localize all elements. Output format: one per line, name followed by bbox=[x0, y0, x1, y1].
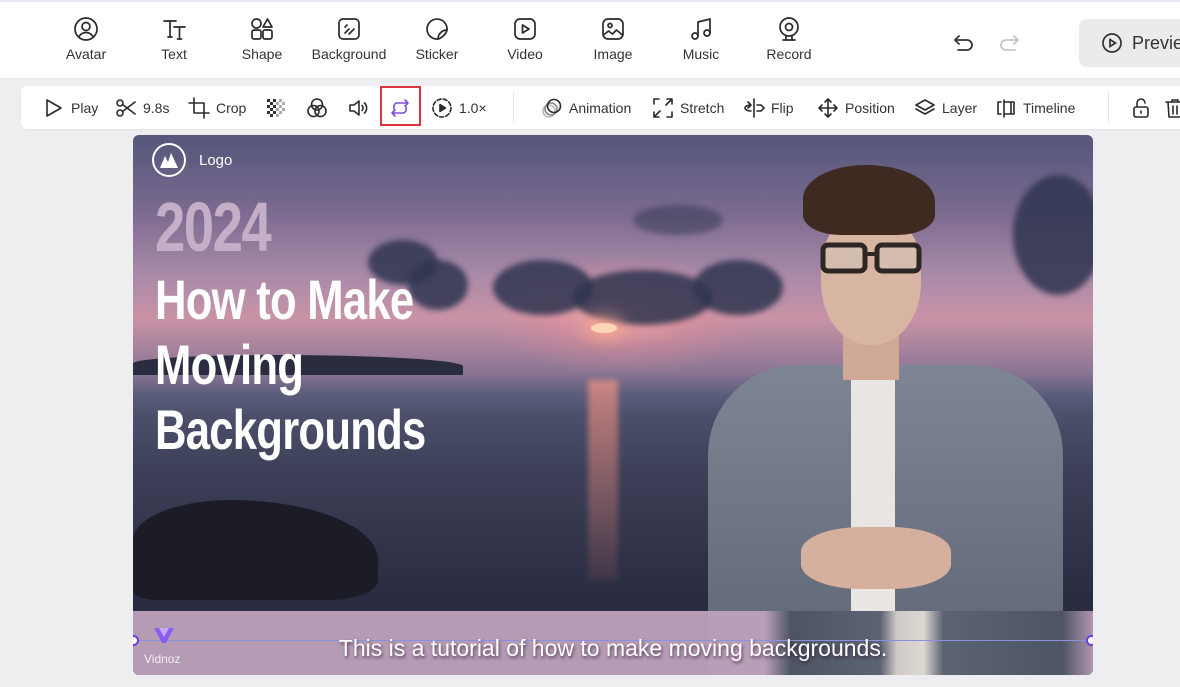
timeline-button[interactable]: Timeline bbox=[995, 86, 1075, 129]
play-button[interactable]: Play bbox=[43, 86, 98, 129]
play-icon bbox=[46, 98, 62, 117]
tool-shape[interactable]: Shape bbox=[218, 16, 306, 62]
glasses-icon bbox=[820, 242, 922, 274]
tool-video[interactable]: Video bbox=[481, 16, 569, 62]
speed-button[interactable]: 1.0× bbox=[431, 86, 487, 129]
animation-label: Animation bbox=[569, 99, 632, 116]
mountain-logo-icon bbox=[160, 153, 178, 168]
position-button[interactable]: Position bbox=[817, 86, 895, 129]
stretch-label: Stretch bbox=[680, 99, 725, 116]
filter-button[interactable] bbox=[306, 86, 328, 129]
tool-label: Music bbox=[682, 46, 720, 62]
undo-icon bbox=[954, 35, 973, 51]
play-circle-icon bbox=[1102, 33, 1122, 53]
tool-label: Avatar bbox=[65, 46, 107, 62]
volume-button[interactable] bbox=[347, 86, 369, 129]
logo-text[interactable]: Logo bbox=[199, 152, 232, 169]
position-label: Position bbox=[845, 99, 895, 116]
text-icon bbox=[163, 20, 186, 40]
layer-label: Layer bbox=[942, 99, 978, 116]
stretch-icon bbox=[653, 97, 673, 118]
tool-text[interactable]: Text bbox=[130, 16, 218, 62]
scissors-icon bbox=[116, 98, 136, 117]
year-text[interactable]: 2024 bbox=[155, 187, 272, 267]
avatar-hands bbox=[801, 527, 951, 589]
timeline-label: Timeline bbox=[1023, 99, 1076, 116]
caption-text[interactable]: This is a tutorial of how to make moving… bbox=[133, 635, 1093, 662]
preview-button[interactable]: Preview bbox=[1079, 19, 1180, 67]
tool-label: Shape bbox=[241, 46, 283, 62]
layers-icon bbox=[915, 98, 935, 115]
flip-label: Flip bbox=[771, 99, 794, 116]
flip-icon bbox=[744, 97, 765, 118]
undo-button[interactable] bbox=[951, 30, 977, 56]
tool-label: Image bbox=[593, 46, 633, 62]
rock bbox=[133, 500, 378, 600]
move-icon bbox=[818, 97, 838, 118]
tool-label: Background bbox=[311, 46, 387, 62]
divider bbox=[513, 92, 514, 123]
tool-label: Sticker bbox=[415, 46, 459, 62]
speed-icon bbox=[432, 97, 452, 118]
record-icon bbox=[779, 17, 799, 41]
crop-icon bbox=[188, 96, 210, 119]
video-icon bbox=[514, 18, 536, 40]
crop-label: Crop bbox=[216, 99, 247, 116]
avatar-icon bbox=[74, 17, 98, 41]
flip-button[interactable]: Flip bbox=[743, 86, 794, 129]
background-icon bbox=[338, 18, 360, 40]
duration-value: 9.8s bbox=[143, 99, 170, 116]
layer-button[interactable]: Layer bbox=[914, 86, 977, 129]
sun bbox=[591, 323, 617, 333]
cloud bbox=[573, 270, 713, 325]
redo-button[interactable] bbox=[996, 30, 1022, 56]
tool-image[interactable]: Image bbox=[569, 16, 657, 62]
preview-label: Preview bbox=[1132, 32, 1180, 53]
tool-label: Video bbox=[507, 46, 543, 62]
avatar-presenter[interactable] bbox=[703, 165, 1063, 675]
music-icon bbox=[691, 18, 711, 40]
loop-button[interactable] bbox=[389, 86, 411, 129]
loop-icon bbox=[391, 98, 409, 117]
delete-button[interactable] bbox=[1164, 86, 1180, 129]
tool-label: Record bbox=[766, 46, 812, 62]
image-icon bbox=[602, 18, 624, 40]
trim-button[interactable]: 9.8s bbox=[115, 86, 169, 129]
element-edit-toolbar: Play 9.8s Crop 1.0× Animation Stretch Fl… bbox=[21, 86, 1180, 129]
filter-icon bbox=[307, 97, 327, 117]
divider bbox=[1108, 92, 1109, 123]
animation-button[interactable]: Animation bbox=[541, 86, 631, 129]
transparency-button[interactable] bbox=[265, 86, 287, 129]
unlock-icon bbox=[1133, 97, 1149, 118]
redo-icon bbox=[1000, 35, 1019, 51]
stretch-button[interactable]: Stretch bbox=[652, 86, 724, 129]
top-toolbar: Avatar Text Shape Background Sticker Vid… bbox=[0, 0, 1180, 79]
tool-background[interactable]: Background bbox=[305, 16, 393, 62]
tool-record[interactable]: Record bbox=[745, 16, 833, 62]
sun-reflection bbox=[588, 380, 618, 580]
tool-avatar[interactable]: Avatar bbox=[42, 16, 130, 62]
trash-icon bbox=[1165, 98, 1180, 118]
avatar-hair bbox=[803, 165, 935, 235]
tool-label: Text bbox=[161, 46, 187, 62]
transparency-icon bbox=[267, 98, 285, 117]
tool-music[interactable]: Music bbox=[657, 16, 745, 62]
shape-icon bbox=[251, 18, 273, 40]
tool-sticker[interactable]: Sticker bbox=[393, 16, 481, 62]
sticker-icon bbox=[426, 18, 448, 40]
timeline-icon bbox=[997, 98, 1015, 118]
speed-value: 1.0× bbox=[459, 99, 487, 116]
headline-text[interactable]: How to Make Moving Backgrounds bbox=[155, 267, 426, 462]
play-label: Play bbox=[71, 99, 99, 116]
animation-icon bbox=[542, 98, 562, 118]
lock-button[interactable] bbox=[1130, 86, 1152, 129]
video-canvas[interactable]: Logo 2024 How to Make Moving Backgrounds… bbox=[133, 135, 1093, 675]
volume-icon bbox=[349, 99, 368, 116]
crop-button[interactable]: Crop bbox=[188, 86, 246, 129]
logo-placeholder[interactable] bbox=[152, 143, 186, 177]
